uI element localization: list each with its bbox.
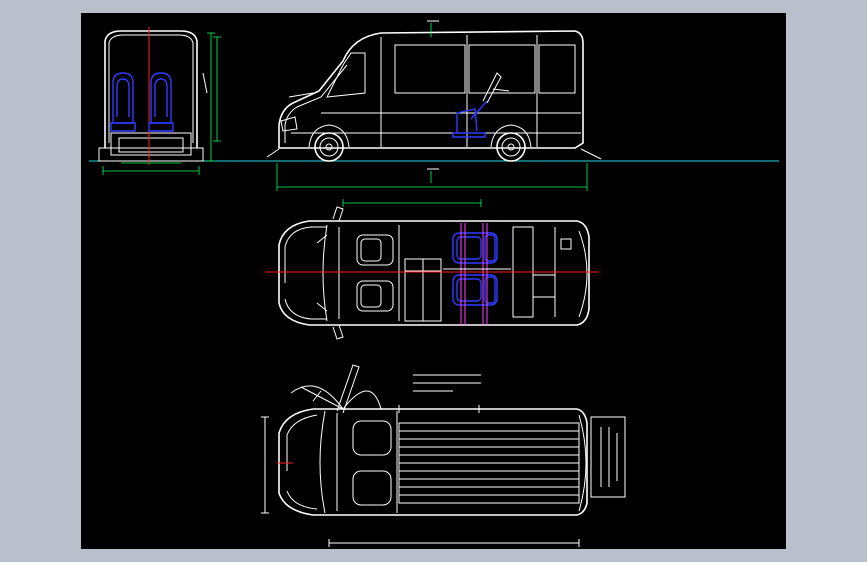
- cargo-floor: [398, 422, 580, 504]
- door-swing: [290, 364, 382, 414]
- top-view-cargo: [261, 364, 626, 547]
- side-view-wheels: [308, 124, 532, 162]
- drawing-canvas[interactable]: [81, 13, 786, 549]
- notes-block: [413, 374, 481, 392]
- front-view-seats: [110, 72, 174, 132]
- cargo-dimensions: [261, 405, 626, 547]
- side-view: [266, 20, 602, 191]
- side-view-dimensions: [276, 20, 588, 191]
- front-view: [98, 27, 221, 175]
- side-view-seat: [452, 72, 510, 138]
- top-view-seating: [265, 199, 599, 340]
- top-view-passenger-seats: [443, 223, 511, 325]
